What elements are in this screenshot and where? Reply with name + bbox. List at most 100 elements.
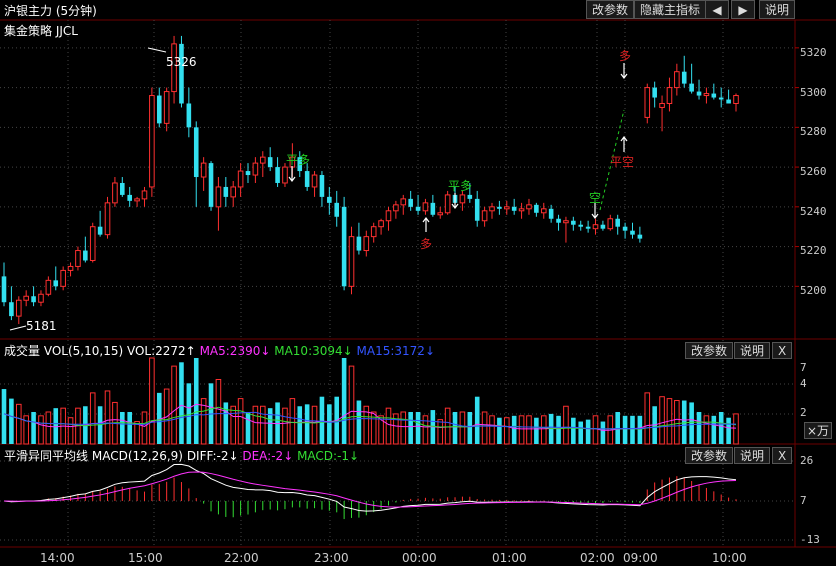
candle-body [666, 87, 673, 104]
macd-dea-line [3, 471, 737, 508]
candle-body [652, 87, 657, 98]
volume-help-button[interactable]: 说明 [734, 342, 771, 359]
volume-bar [400, 411, 407, 445]
volume-tick: 4 [800, 377, 807, 390]
volume-tick: 7 [800, 361, 807, 374]
candle-body [711, 93, 717, 98]
candle-body [134, 198, 140, 202]
candle-body [341, 206, 347, 287]
volume-bar [237, 398, 244, 445]
candle-body [511, 206, 517, 211]
candle-body [592, 224, 599, 230]
time-tick: 09:00 [623, 551, 658, 565]
candle-body [208, 163, 214, 207]
time-tick: 22:00 [224, 551, 259, 565]
volume-bar [452, 411, 458, 444]
volume-bar [497, 417, 502, 444]
volume-bar [474, 396, 480, 444]
candle-body [689, 83, 694, 92]
volume-bar [563, 405, 569, 445]
candle-body [348, 236, 355, 287]
volume-bar [718, 411, 724, 444]
volume-bar [193, 358, 199, 444]
candle-body [696, 91, 702, 96]
candle-body [1, 276, 7, 303]
signal-close-short: 平空 [610, 155, 635, 169]
volume-panel-title: 成交量 VOL(5,10,15) VOL:2272↑ MA5:2390↓ MA1… [4, 342, 435, 359]
macd-change-params-button[interactable]: 改参数 [685, 447, 734, 464]
volume-bar [9, 398, 14, 444]
candle-body [60, 269, 66, 287]
candle-body [304, 171, 310, 187]
volume-bar [585, 419, 591, 444]
candle-body [120, 182, 125, 195]
candle-body [327, 196, 332, 203]
low-price-label: 5181 [26, 319, 57, 333]
volume-bar [467, 411, 473, 444]
volume-bar [518, 415, 525, 445]
volume-bar [15, 403, 22, 445]
high-price-label: 5326 [166, 55, 197, 69]
volume-bar [644, 392, 651, 445]
volume-bar [289, 398, 296, 445]
candle-body [393, 204, 399, 212]
volume-bar [38, 415, 44, 445]
volume-bar [526, 415, 532, 445]
volume-close-button[interactable]: X [772, 342, 793, 359]
volume-bar [711, 415, 717, 444]
signal-long: 多 [619, 49, 632, 63]
volume-bar [534, 417, 539, 444]
candle-body [186, 103, 192, 128]
volume-bar [245, 411, 251, 444]
candle-body [622, 226, 628, 231]
volume-bar [726, 417, 731, 444]
volume-bar [408, 411, 413, 444]
volume-bar [556, 415, 561, 444]
candle-body [615, 218, 620, 227]
candle-body [267, 157, 273, 168]
macd-params: MACD(12,26,9) [91, 449, 183, 463]
time-tick: 23:00 [314, 551, 349, 565]
candle-body [540, 208, 547, 214]
macd-dea: DEA:-2↓ [242, 449, 294, 463]
macd-close-button[interactable]: X [772, 447, 793, 464]
time-tick: 14:00 [40, 551, 75, 565]
volume-unit-label[interactable]: ×万 [804, 422, 833, 439]
candle-body [659, 102, 665, 108]
price-chart[interactable] [0, 0, 836, 566]
candle-body [15, 299, 22, 317]
candle-body [363, 236, 370, 252]
volume-bar [674, 400, 680, 445]
candle-body [38, 293, 44, 303]
candle-body [681, 71, 687, 84]
volume-bar [578, 421, 584, 444]
candle-body [637, 234, 643, 239]
volume-bar [437, 419, 444, 445]
price-tick: 5260 [800, 165, 827, 178]
candle-body [385, 210, 392, 222]
candle-body [252, 162, 259, 176]
candle-body [378, 220, 384, 228]
volume-bar [259, 405, 266, 445]
candle-body [215, 186, 222, 208]
candle-body [282, 166, 288, 184]
volume-bar [503, 417, 510, 445]
signal-close-long: 平多 [286, 153, 311, 167]
volume-bar [120, 411, 125, 444]
candle-body [481, 210, 488, 222]
candle-body [223, 186, 229, 197]
candle-body [75, 250, 81, 267]
candle-body [334, 202, 340, 217]
price-tick: 5280 [800, 125, 827, 138]
candle-body [430, 202, 436, 215]
candle-body [319, 175, 325, 197]
candle-body [149, 95, 155, 188]
candle-body [518, 208, 525, 212]
volume-bar [141, 411, 148, 445]
volume-bar [304, 404, 310, 444]
candle-body [67, 265, 74, 271]
volume-change-params-button[interactable]: 改参数 [685, 342, 734, 359]
macd-help-button[interactable]: 说明 [734, 447, 771, 464]
candle-body [311, 174, 318, 188]
price-tick: 5300 [800, 86, 827, 99]
